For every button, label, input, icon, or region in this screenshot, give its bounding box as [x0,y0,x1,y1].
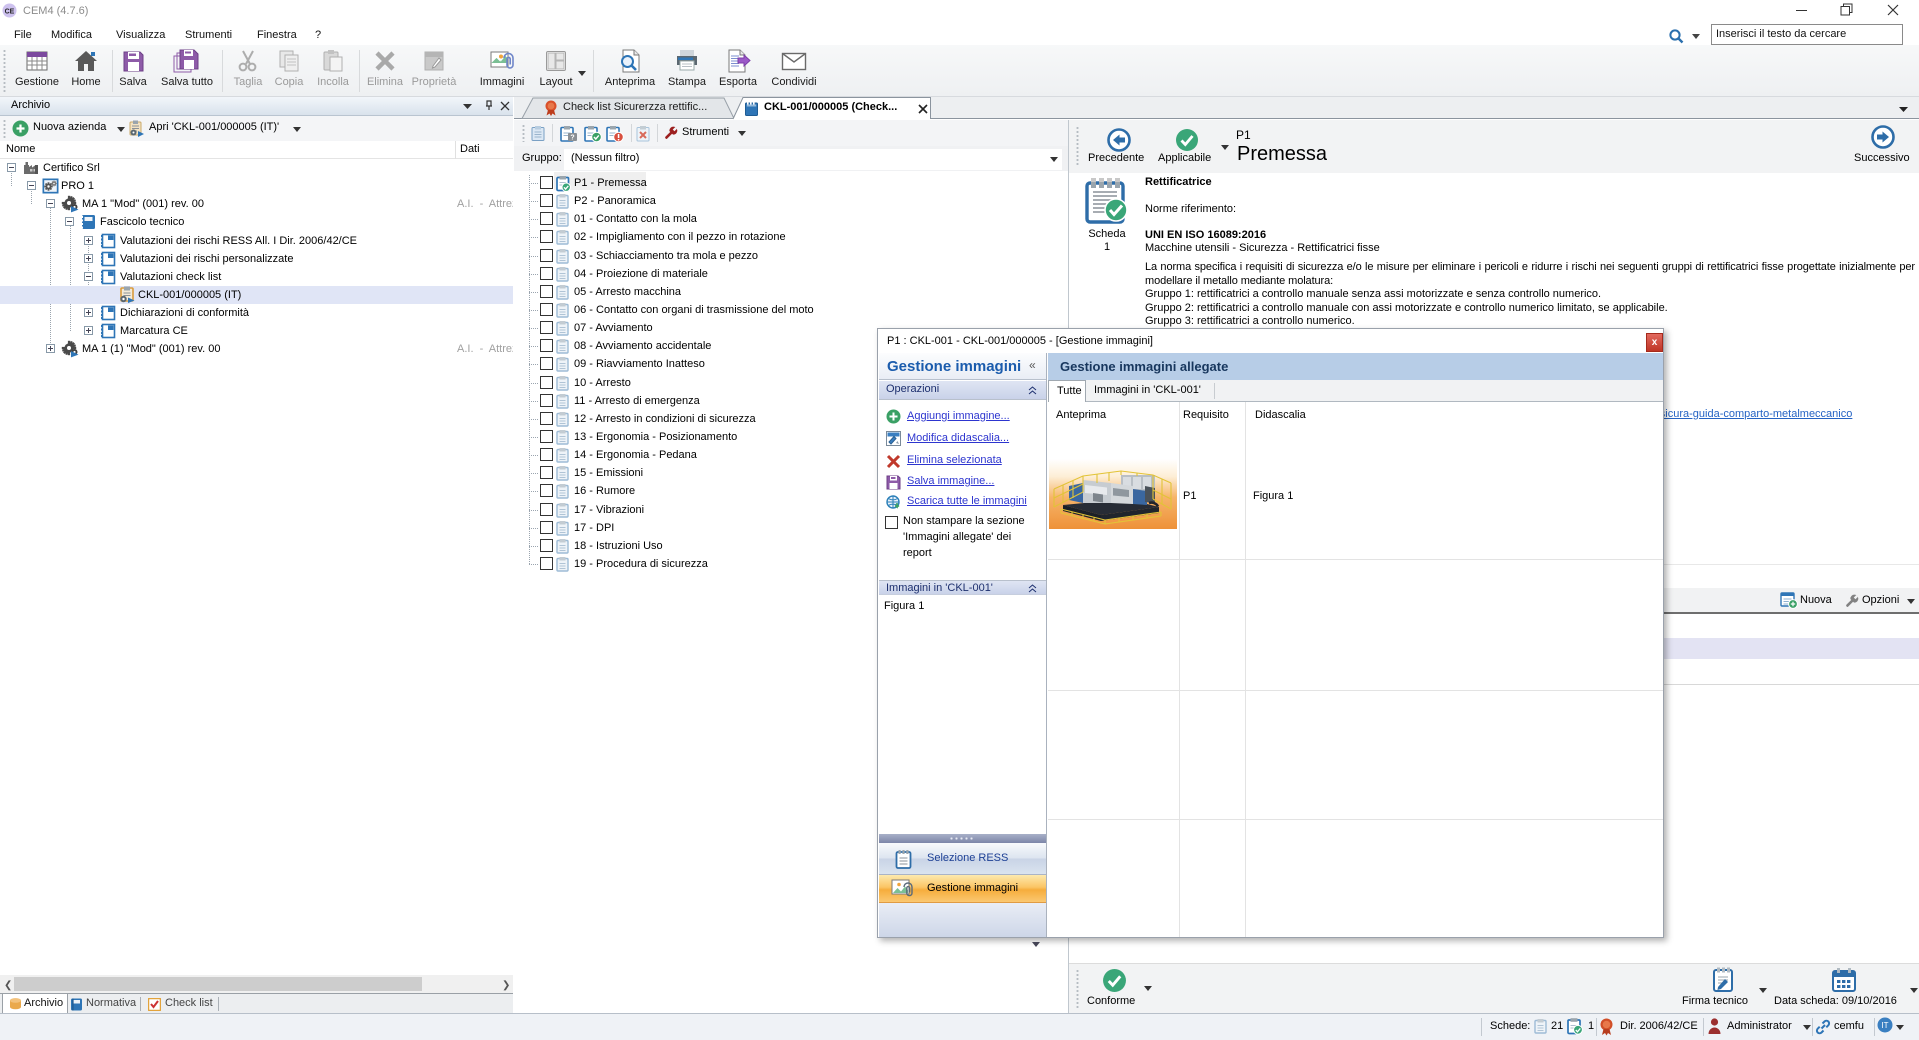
svg-text:?: ? [570,135,574,142]
svg-text:IT: IT [1881,1021,1888,1030]
svg-text:CE: CE [5,9,15,16]
